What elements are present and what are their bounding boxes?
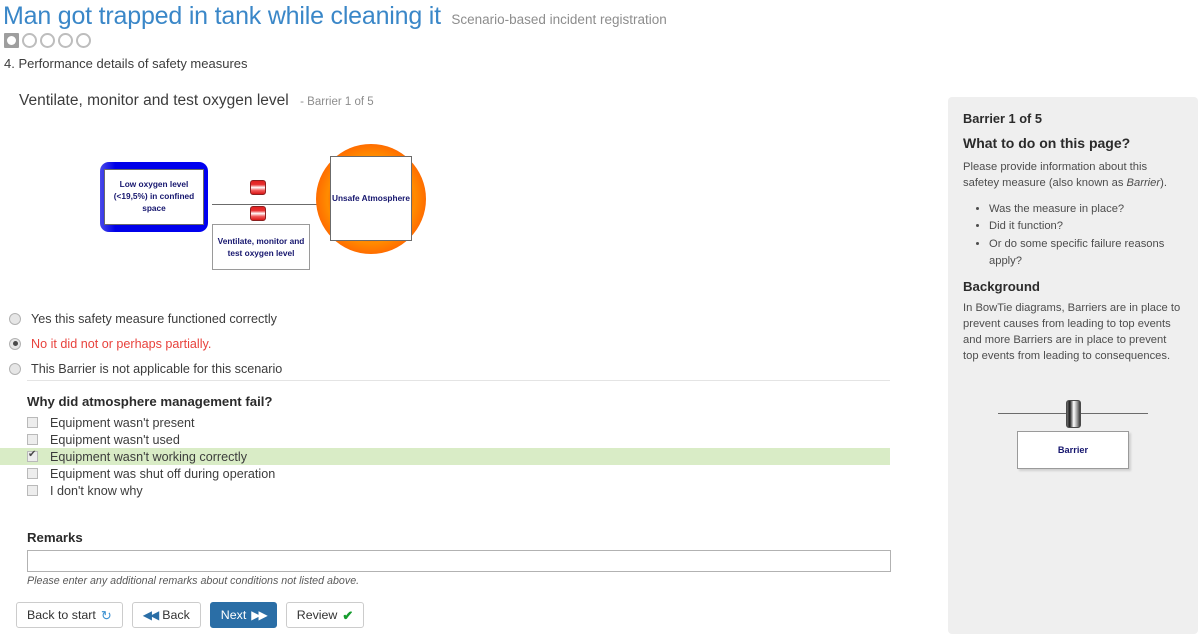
review-button[interactable]: Review ✔ — [285, 602, 365, 628]
button-label: Back — [162, 608, 190, 622]
sidebar-what-text: Please provide information about this sa… — [963, 160, 1183, 192]
sidebar-diagram-barrier-label: Barrier — [1017, 430, 1129, 469]
remarks-input[interactable] — [27, 550, 891, 572]
sidebar-what-text-italic: Barrier — [1126, 176, 1161, 189]
bowtie-measure-label: Ventilate, monitor and test oxygen level — [212, 224, 310, 270]
failure-reason-row[interactable]: Equipment wasn't working correctly — [0, 448, 890, 465]
page-subtitle: Scenario-based incident registration — [451, 12, 667, 27]
double-left-arrow-icon: ◀◀ — [142, 608, 160, 622]
sidebar-barrier-count: Barrier 1 of 5 — [963, 111, 1042, 126]
radio-button[interactable] — [9, 312, 21, 325]
barrier-heading: Ventilate, monitor and test oxygen level… — [19, 92, 374, 110]
page-title: Man got trapped in tank while cleaning i… — [3, 2, 441, 30]
sidebar-barrier-diagram: Barrier — [998, 389, 1148, 469]
sidebar-barrier-chip-icon — [1066, 399, 1081, 428]
navigation-buttons: Back to start ↻ ◀◀ Back Next ▶▶ Review ✔ — [16, 602, 365, 628]
bowtie-cause-box: Low oxygen level (<19,5%) in confined sp… — [100, 162, 208, 232]
checkbox[interactable] — [27, 417, 38, 428]
sidebar-background-heading: Background — [963, 279, 1040, 295]
sidebar-bullet-item: Or do some specific failure reasons appl… — [989, 236, 1183, 271]
checkbox[interactable] — [27, 485, 38, 496]
help-sidebar: Barrier 1 of 5 What to do on this page? … — [948, 97, 1198, 634]
performance-option-2[interactable]: No it did not or perhaps partially. — [9, 333, 282, 354]
failure-reason-row[interactable]: Equipment wasn't present — [0, 414, 890, 431]
failure-reason-row[interactable]: Equipment wasn't used — [0, 431, 890, 448]
progress-dot-4[interactable] — [58, 33, 73, 48]
button-label: Back to start — [27, 608, 96, 622]
failure-reason-label: Equipment was shut off during operation — [50, 466, 276, 481]
progress-dot-5[interactable] — [76, 33, 91, 48]
performance-option-label: Yes this safety measure functioned corre… — [31, 311, 277, 326]
checkbox[interactable] — [27, 449, 38, 462]
remarks-label: Remarks — [27, 530, 83, 545]
sidebar-bullet-list: Was the measure in place?Did it function… — [963, 201, 1183, 270]
sidebar-what-text-part1: Please provide information about this sa… — [963, 161, 1148, 189]
remarks-hint: Please enter any additional remarks abou… — [27, 575, 360, 587]
radio-button[interactable] — [9, 362, 21, 375]
sidebar-background-text: In BowTie diagrams, Barriers are in plac… — [963, 302, 1181, 362]
failure-reason-row[interactable]: Equipment was shut off during operation — [0, 465, 890, 482]
failure-reason-row[interactable]: I don't know why — [0, 482, 890, 499]
radio-button[interactable] — [9, 337, 21, 350]
performance-radio-group: Yes this safety measure functioned corre… — [9, 308, 282, 383]
bowtie-top-event-circle: Unsafe Atmosphere — [316, 144, 426, 254]
checkbox[interactable] — [27, 434, 38, 445]
performance-option-label: This Barrier is not applicable for this … — [31, 361, 283, 376]
back-to-start-button[interactable]: Back to start ↻ — [16, 602, 123, 628]
bowtie-diagram: Low oxygen level (<19,5%) in confined sp… — [100, 138, 440, 270]
progress-dot-2[interactable] — [22, 33, 37, 48]
bowtie-cause-label: Low oxygen level (<19,5%) in confined sp… — [104, 169, 204, 225]
performance-option-label: No it did not or perhaps partially. — [31, 336, 212, 351]
failure-reason-label: I don't know why — [50, 483, 143, 498]
progress-indicator — [4, 33, 91, 48]
progress-dot-3[interactable] — [40, 33, 55, 48]
performance-option-1[interactable]: Yes this safety measure functioned corre… — [9, 308, 282, 329]
double-right-arrow-icon: ▶▶ — [251, 608, 268, 622]
page-header: Man got trapped in tank while cleaning i… — [3, 2, 667, 31]
step-label: 4. Performance details of safety measure… — [4, 56, 248, 71]
checkbox[interactable] — [27, 468, 38, 479]
barrier-chip-icon-top — [250, 180, 266, 195]
sidebar-bullet-item: Did it function? — [989, 218, 1183, 235]
failure-question-title: Why did atmosphere management fail? — [27, 394, 273, 409]
button-label: Next — [220, 608, 247, 622]
bowtie-top-event-label: Unsafe Atmosphere — [330, 156, 412, 241]
barrier-chip-icon-bottom — [250, 206, 266, 221]
refresh-icon: ↻ — [100, 607, 112, 623]
failure-reason-label: Equipment wasn't working correctly — [50, 449, 247, 464]
page-root: Man got trapped in tank while cleaning i… — [0, 0, 1200, 639]
performance-option-3[interactable]: This Barrier is not applicable for this … — [9, 358, 282, 379]
progress-dot-1[interactable] — [4, 33, 19, 48]
sidebar-what-text-part2: ). — [1160, 176, 1167, 189]
sidebar-what-heading: What to do on this page? — [963, 135, 1131, 151]
barrier-count-label: - Barrier 1 of 5 — [300, 96, 374, 108]
failure-reason-label: Equipment wasn't used — [50, 432, 180, 447]
section-divider — [27, 380, 890, 381]
button-label: Review — [296, 608, 338, 622]
back-button[interactable]: ◀◀ Back — [131, 602, 201, 628]
failure-reason-label: Equipment wasn't present — [50, 415, 195, 430]
barrier-name: Ventilate, monitor and test oxygen level — [19, 92, 289, 109]
check-icon: ✔ — [342, 607, 354, 623]
next-button[interactable]: Next ▶▶ — [209, 602, 277, 628]
sidebar-bullet-item: Was the measure in place? — [989, 201, 1183, 218]
failure-reason-checkbox-group: Equipment wasn't present Equipment wasn't… — [0, 414, 890, 499]
